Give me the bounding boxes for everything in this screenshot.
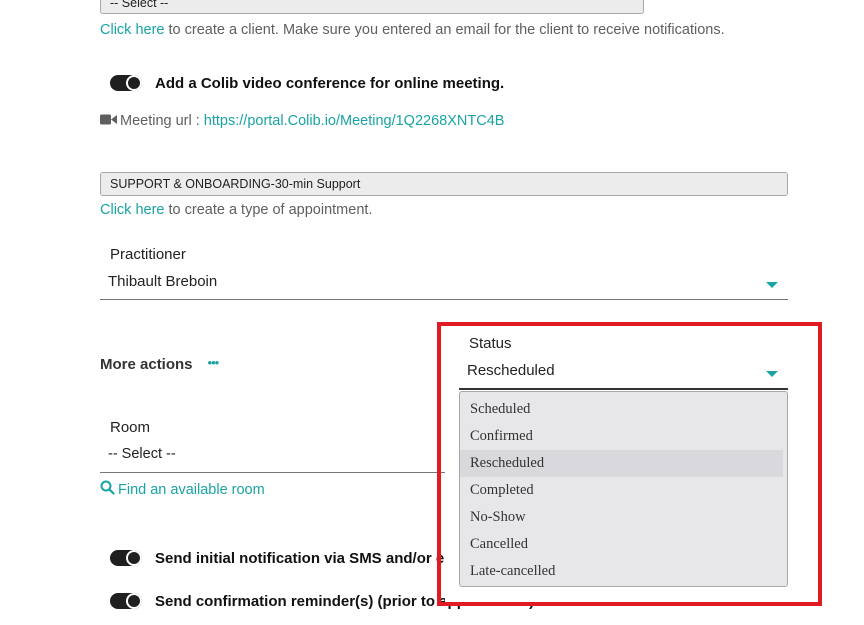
video-camera-icon: [100, 113, 117, 129]
room-select[interactable]: -- Select --: [100, 443, 460, 474]
highlight-annotation: [437, 322, 822, 606]
create-client-link[interactable]: Click here: [100, 22, 164, 38]
meeting-url-link[interactable]: https://portal.Colib.io/Meeting/1Q2268XN…: [204, 113, 505, 129]
client-select[interactable]: -- Select --: [100, 0, 644, 14]
initial-notification-toggle[interactable]: [110, 550, 142, 566]
meeting-url-label: Meeting url :: [120, 113, 200, 129]
appointment-type-hint-text: to create a type of appointment.: [168, 202, 373, 218]
toggle-knob: [126, 75, 142, 91]
room-value: -- Select --: [108, 446, 176, 462]
practitioner-underline: [100, 299, 788, 300]
create-appointment-type-link[interactable]: Click here: [100, 202, 164, 218]
search-icon: [100, 480, 115, 499]
chevron-down-icon: [766, 282, 778, 288]
find-room-label: Find an available room: [118, 481, 265, 498]
more-actions[interactable]: More actions •••: [100, 355, 220, 373]
practitioner-value: Thibault Breboin: [108, 273, 218, 290]
appointment-type-hint: Click here to create a type of appointme…: [100, 202, 372, 218]
room-label: Room: [110, 419, 151, 436]
find-room-link[interactable]: Find an available room: [100, 480, 265, 499]
confirmation-reminder-toggle[interactable]: [110, 593, 142, 609]
room-underline: [100, 472, 460, 473]
appointment-type-select[interactable]: SUPPORT & ONBOARDING-30-min Support: [100, 172, 788, 196]
practitioner-select[interactable]: Thibault Breboin: [100, 270, 788, 300]
meeting-url-row: Meeting url : https://portal.Colib.io/Me…: [100, 113, 504, 129]
toggle-knob: [126, 593, 142, 609]
initial-notification-label: Send initial notification via SMS and/or…: [155, 550, 479, 567]
more-dots-icon[interactable]: •••: [208, 355, 220, 370]
client-select-value: -- Select --: [110, 0, 169, 10]
client-hint-text: to create a client. Make sure you entere…: [168, 22, 725, 38]
more-actions-label: More actions: [100, 356, 193, 373]
video-conference-toggle[interactable]: [110, 75, 142, 91]
appointment-type-value: SUPPORT & ONBOARDING-30-min Support: [110, 177, 361, 191]
client-hint: Click here to create a client. Make sure…: [100, 22, 725, 38]
toggle-knob: [126, 550, 142, 566]
practitioner-label: Practitioner: [110, 246, 186, 263]
video-conference-label: Add a Colib video conference for online …: [155, 75, 505, 92]
